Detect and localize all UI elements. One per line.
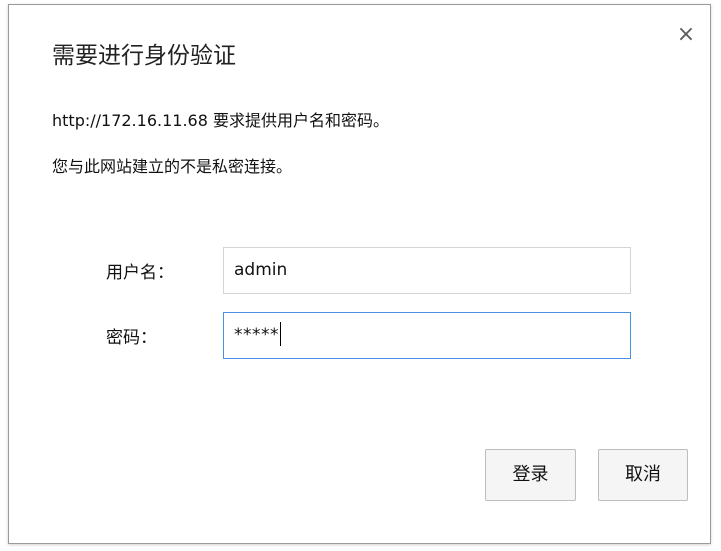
password-value: ***** — [234, 325, 279, 345]
password-label: 密码： — [106, 328, 157, 348]
auth-dialog: × 需要进行身份验证 http://172.16.11.68 要求提供用户名和密… — [8, 4, 711, 544]
cancel-button[interactable]: 取消 — [598, 449, 688, 501]
username-value: admin — [234, 260, 288, 280]
password-input[interactable]: ***** — [223, 312, 631, 359]
login-button[interactable]: 登录 — [485, 449, 576, 501]
username-label: 用户名： — [106, 263, 174, 283]
close-icon[interactable]: × — [676, 24, 696, 46]
dialog-title: 需要进行身份验证 — [52, 43, 236, 69]
security-message: 您与此网站建立的不是私密连接。 — [52, 157, 293, 176]
text-caret — [280, 322, 281, 346]
auth-message: http://172.16.11.68 要求提供用户名和密码。 — [52, 111, 389, 130]
username-input[interactable]: admin — [223, 247, 631, 294]
